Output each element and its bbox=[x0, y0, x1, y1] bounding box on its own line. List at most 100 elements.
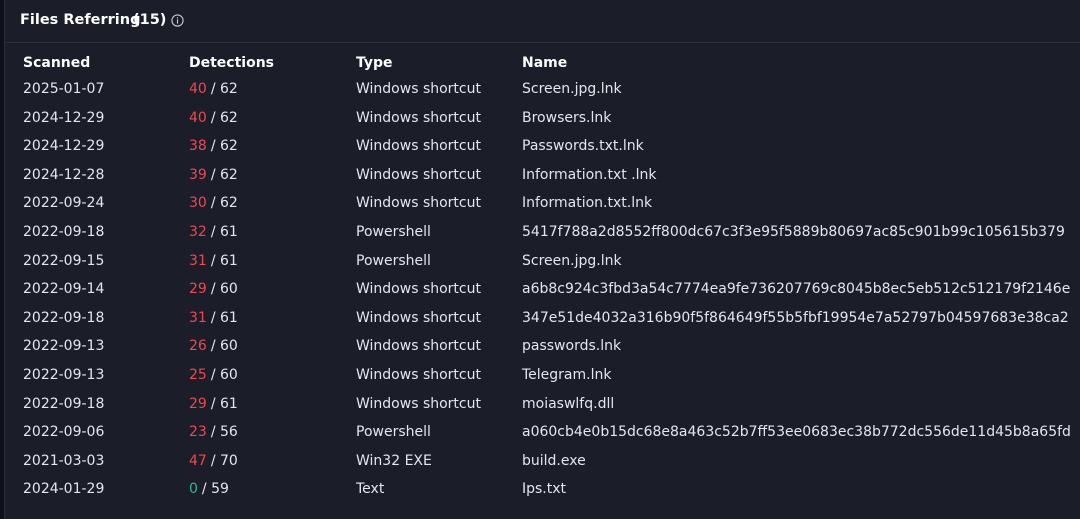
detections-total: / 70 bbox=[210, 452, 238, 469]
detections-positive: 30 bbox=[189, 195, 207, 212]
table-row[interactable]: 2024-12-28 39/ 62 Windows shortcut Informat… bbox=[5, 164, 1080, 193]
file-name-link[interactable]: moiaswlfq.dll bbox=[522, 396, 614, 412]
detections-total: / 62 bbox=[210, 109, 238, 126]
column-header-name[interactable]: Name bbox=[522, 55, 567, 71]
detections-total: / 60 bbox=[210, 338, 238, 355]
table-row[interactable]: 2024-12-29 40/ 62 Windows shortcut Browsers… bbox=[5, 107, 1080, 136]
file-name-link[interactable]: a6b8c924c3fbd3a54c7774ea9fe736207769c804… bbox=[522, 281, 1070, 297]
table-row[interactable]: 2021-03-03 47/ 70 Win32 EXE build.exe bbox=[5, 450, 1080, 479]
detections-cell[interactable]: 40/ 62 bbox=[189, 81, 238, 97]
detections-positive: 32 bbox=[189, 224, 207, 240]
detections-positive: 0 bbox=[189, 481, 198, 498]
scanned-date: 2022-09-18 bbox=[23, 309, 105, 326]
column-header-scanned[interactable]: Scanned bbox=[23, 55, 90, 71]
file-type: Windows shortcut bbox=[356, 138, 481, 155]
detections-cell[interactable]: 47/ 70 bbox=[189, 453, 238, 469]
file-type: Windows shortcut bbox=[356, 195, 481, 212]
detections-total: / 62 bbox=[210, 195, 238, 212]
table-row[interactable]: 2022-09-06 23/ 56 Powershell a060cb4e0b15dc… bbox=[5, 421, 1080, 450]
scanned-date: 2022-09-14 bbox=[23, 281, 105, 298]
detections-cell[interactable]: 25/ 60 bbox=[189, 367, 238, 383]
column-header-type[interactable]: Type bbox=[356, 55, 393, 71]
detections-positive: 29 bbox=[189, 395, 207, 412]
file-name-link[interactable]: Telegram.lnk bbox=[522, 367, 611, 383]
file-type: Windows shortcut bbox=[356, 81, 481, 97]
file-name-link[interactable]: 347e51de4032a316b90f5f864649f55b5fbf1995… bbox=[522, 310, 1069, 326]
file-name-link[interactable]: Information.txt.lnk bbox=[522, 195, 652, 211]
scanned-date: 2022-09-13 bbox=[23, 338, 105, 355]
detections-positive: 39 bbox=[189, 166, 207, 183]
files-referring-panel: Files Referring (15) Scanned Detections … bbox=[4, 0, 1080, 519]
file-name-link[interactable]: build.exe bbox=[522, 453, 586, 469]
detections-positive: 31 bbox=[189, 252, 207, 269]
detections-positive: 26 bbox=[189, 338, 207, 355]
detections-positive: 25 bbox=[189, 367, 207, 383]
table-row[interactable]: 2024-12-29 38/ 62 Windows shortcut Password… bbox=[5, 135, 1080, 164]
detections-cell[interactable]: 40/ 62 bbox=[189, 110, 238, 126]
table-row[interactable]: 2025-01-07 40/ 62 Windows shortcut Screen.j… bbox=[5, 78, 1080, 107]
info-icon[interactable] bbox=[171, 14, 184, 27]
detections-cell[interactable]: 31/ 61 bbox=[189, 310, 238, 326]
detections-total: / 60 bbox=[210, 367, 238, 383]
file-name-link[interactable]: passwords.lnk bbox=[522, 338, 621, 354]
detections-cell[interactable]: 0/ 59 bbox=[189, 481, 229, 497]
detections-cell[interactable]: 38/ 62 bbox=[189, 138, 238, 154]
detections-total: / 61 bbox=[210, 309, 238, 326]
detections-total: / 61 bbox=[210, 224, 238, 240]
table-row[interactable]: 2022-09-18 32/ 61 Powershell 5417f788a2d855… bbox=[5, 221, 1080, 250]
file-type: Powershell bbox=[356, 252, 431, 269]
file-type: Powershell bbox=[356, 224, 431, 240]
file-type: Windows shortcut bbox=[356, 109, 481, 126]
file-type: Windows shortcut bbox=[356, 309, 481, 326]
file-name-link[interactable]: Passwords.txt.lnk bbox=[522, 138, 644, 154]
detections-total: / 60 bbox=[210, 281, 238, 298]
detections-positive: 23 bbox=[189, 424, 207, 441]
detections-positive: 29 bbox=[189, 281, 207, 298]
file-name-link[interactable]: Screen.jpg.lnk bbox=[522, 253, 622, 269]
file-type: Win32 EXE bbox=[356, 452, 432, 469]
detections-positive: 38 bbox=[189, 138, 207, 155]
detections-total: / 59 bbox=[201, 481, 229, 498]
file-name-link[interactable]: Browsers.lnk bbox=[522, 110, 611, 126]
table-row[interactable]: 2022-09-18 29/ 61 Windows shortcut moiaswlf… bbox=[5, 393, 1080, 422]
detections-total: / 62 bbox=[210, 138, 238, 155]
detections-total: / 62 bbox=[210, 166, 238, 183]
detections-total: / 56 bbox=[210, 424, 238, 441]
table-row[interactable]: 2022-09-15 31/ 61 Powershell Screen.jpg.lnk bbox=[5, 250, 1080, 279]
file-name-link[interactable]: Ips.txt bbox=[522, 481, 566, 497]
detections-cell[interactable]: 23/ 56 bbox=[189, 424, 238, 440]
detections-cell[interactable]: 39/ 62 bbox=[189, 167, 238, 183]
column-header-detections[interactable]: Detections bbox=[189, 55, 274, 71]
table-row[interactable]: 2022-09-24 30/ 62 Windows shortcut Informat… bbox=[5, 192, 1080, 221]
file-name-link[interactable]: 5417f788a2d8552ff800dc67c3f3e95f5889b806… bbox=[522, 224, 1065, 240]
detections-cell[interactable]: 32/ 61 bbox=[189, 224, 238, 240]
file-name-link[interactable]: Screen.jpg.lnk bbox=[522, 81, 622, 97]
file-name-link[interactable]: Information.txt .lnk bbox=[522, 167, 657, 183]
scanned-date: 2024-12-29 bbox=[23, 109, 105, 126]
panel-count: (15) bbox=[133, 12, 167, 28]
scanned-date: 2025-01-07 bbox=[23, 81, 105, 97]
scanned-date: 2022-09-06 bbox=[23, 424, 105, 441]
table-row[interactable]: 2024-01-29 0/ 59 Text Ips.txt bbox=[5, 478, 1080, 507]
table-row[interactable]: 2022-09-18 31/ 61 Windows shortcut 347e51de… bbox=[5, 307, 1080, 336]
detections-positive: 40 bbox=[189, 109, 207, 126]
file-type: Powershell bbox=[356, 424, 431, 441]
table-row[interactable]: 2022-09-14 29/ 60 Windows shortcut a6b8c924… bbox=[5, 278, 1080, 307]
scanned-date: 2022-09-18 bbox=[23, 224, 105, 240]
detections-cell[interactable]: 26/ 60 bbox=[189, 338, 238, 354]
detections-cell[interactable]: 30/ 62 bbox=[189, 195, 238, 211]
detections-cell[interactable]: 29/ 61 bbox=[189, 396, 238, 412]
scanned-date: 2022-09-13 bbox=[23, 367, 105, 383]
file-name-link[interactable]: a060cb4e0b15dc68e8a463c52b7ff53ee0683ec3… bbox=[522, 424, 1071, 440]
detections-total: / 61 bbox=[210, 395, 238, 412]
file-type: Windows shortcut bbox=[356, 281, 481, 298]
detections-cell[interactable]: 31/ 61 bbox=[189, 253, 238, 269]
detections-positive: 31 bbox=[189, 309, 207, 326]
table-row[interactable]: 2022-09-13 26/ 60 Windows shortcut password… bbox=[5, 335, 1080, 364]
detections-cell[interactable]: 29/ 60 bbox=[189, 281, 238, 297]
detections-positive: 40 bbox=[189, 81, 207, 97]
detections-total: / 62 bbox=[210, 81, 238, 97]
table-row[interactable]: 2022-09-13 25/ 60 Windows shortcut Telegram… bbox=[5, 364, 1080, 393]
scanned-date: 2024-01-29 bbox=[23, 481, 105, 498]
scanned-date: 2021-03-03 bbox=[23, 452, 105, 469]
